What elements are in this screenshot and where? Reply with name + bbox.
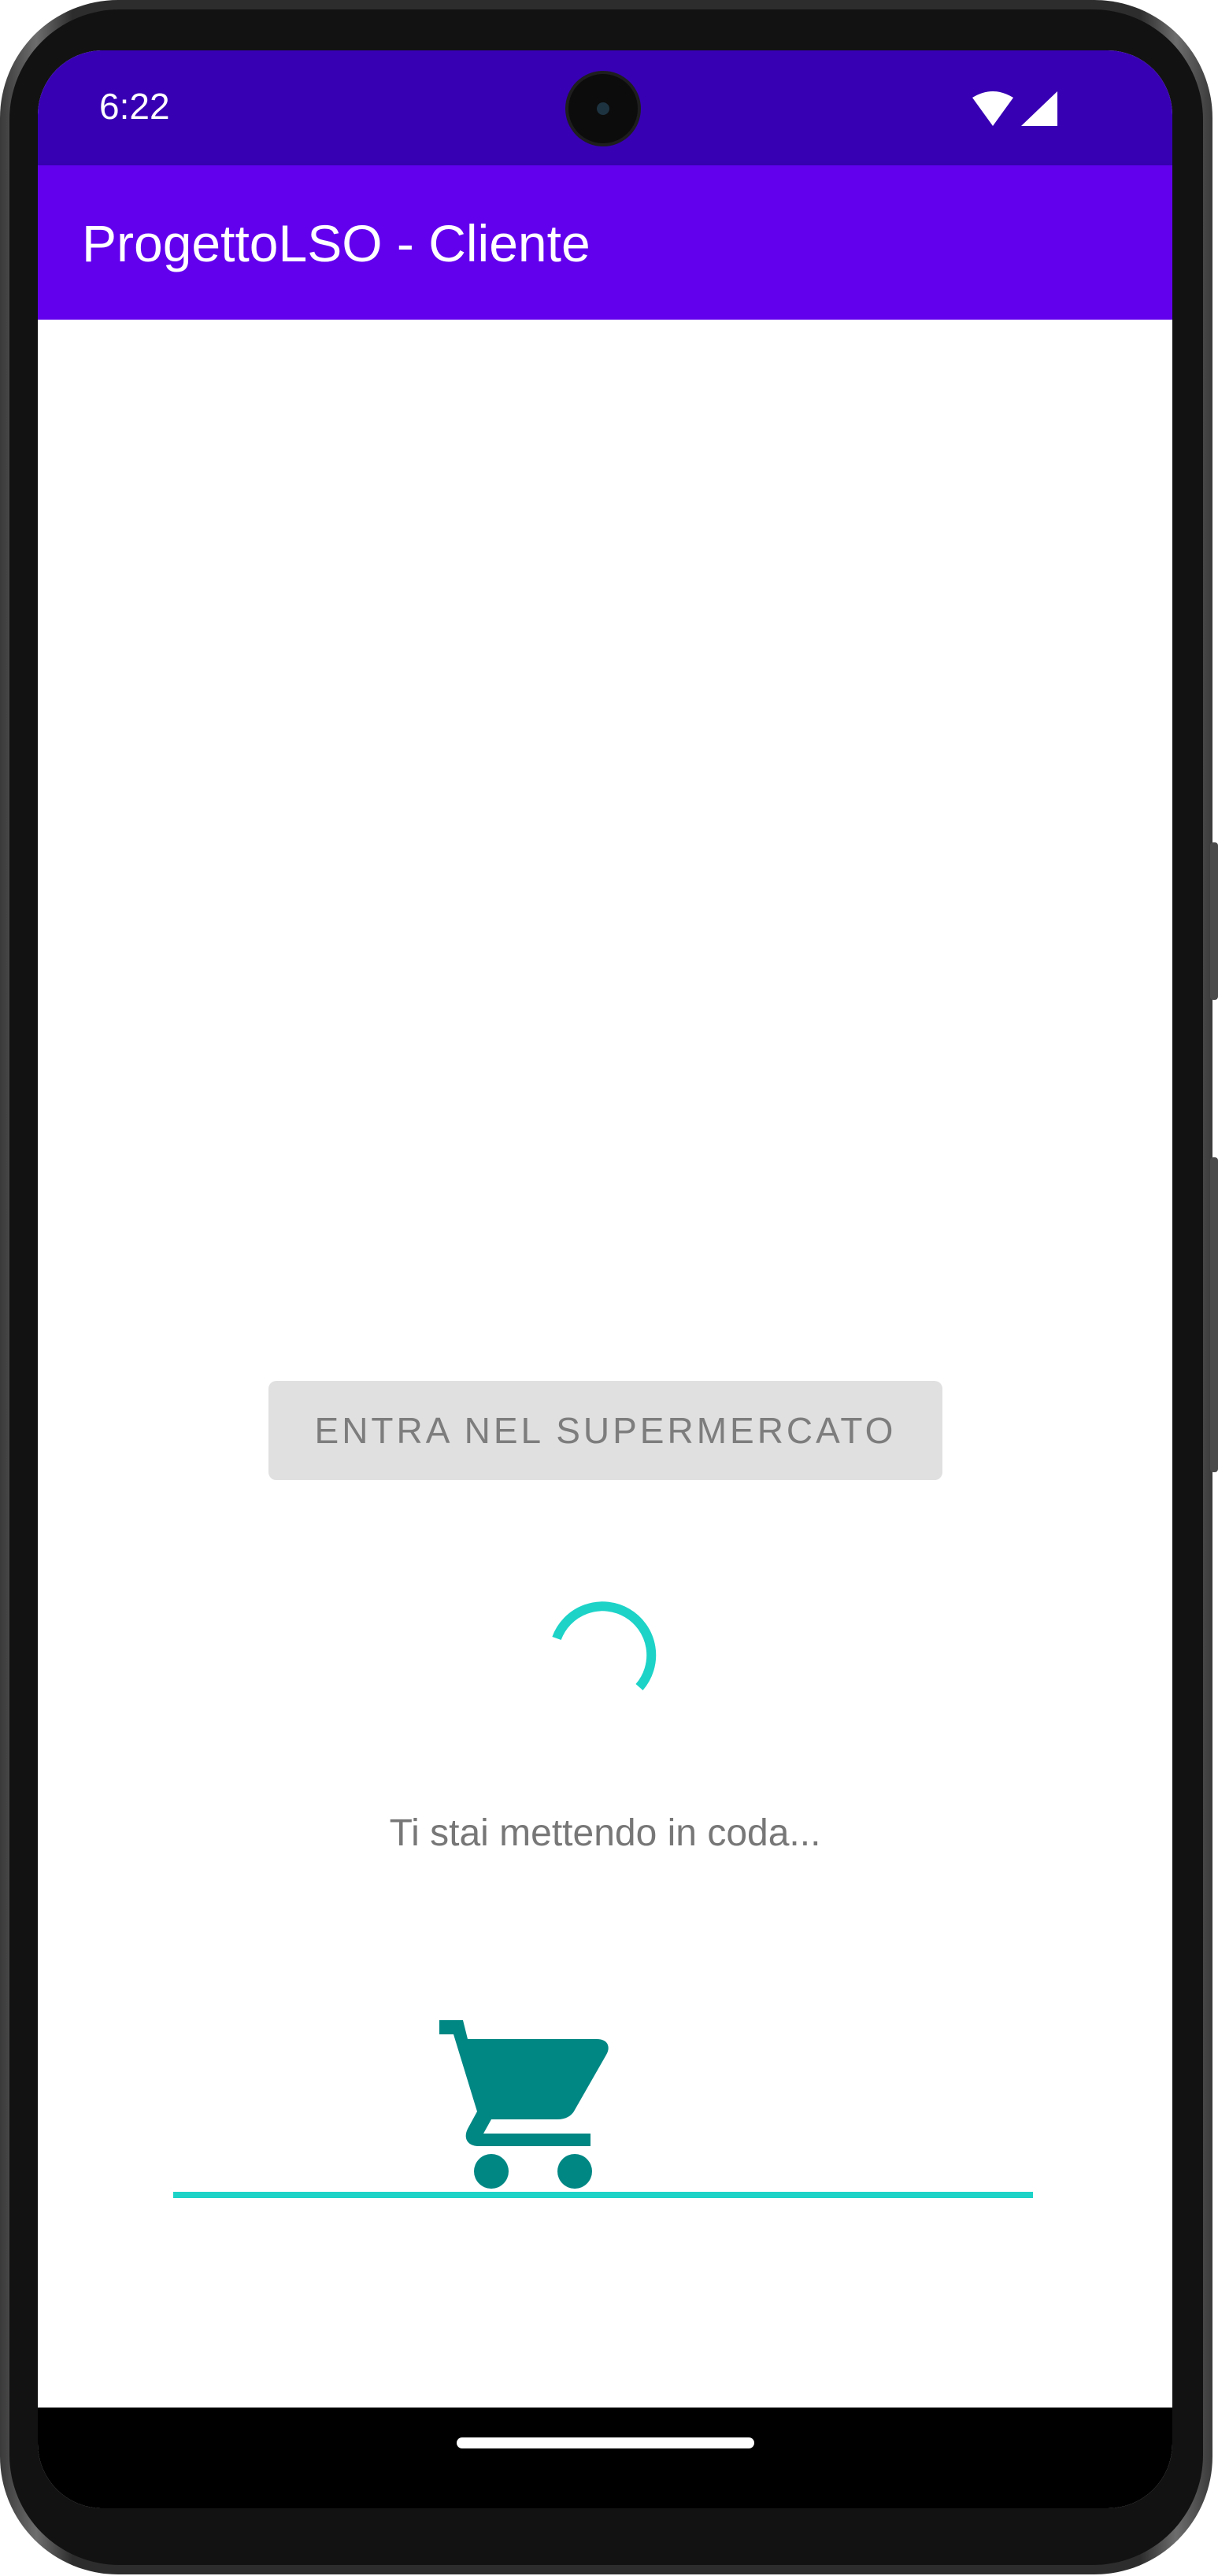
cart-wheel-right [557,2154,592,2189]
camera-lens [597,102,609,115]
main-content: ENTRA NEL SUPERMERCATO Ti stai mettendo … [38,320,1172,2408]
queue-progress-fill [173,2192,1033,2198]
power-button [1210,1157,1218,1472]
spinner-arc [552,1601,657,1690]
cart-body [439,2020,609,2146]
device-screenshot: 6:22 ProgettoLSO - Cliente ENTRA NEL SUP… [0,0,1218,2576]
shopping-cart-icon [439,2020,609,2189]
home-indicator[interactable] [457,2437,754,2448]
app-screen: 6:22 ProgettoLSO - Cliente ENTRA NEL SUP… [38,50,1172,2508]
app-title: ProgettoLSO - Cliente [82,214,590,272]
loading-spinner [552,1601,657,1690]
status-bar: 6:22 [38,50,1172,165]
queue-progress-bar [173,2192,1033,2198]
enter-supermarket-button[interactable]: ENTRA NEL SUPERMERCATO [268,1381,942,1480]
cellular-signal-icon [1021,91,1057,126]
front-camera [568,74,638,143]
cart-wheel-left [474,2154,509,2189]
status-time: 6:22 [99,86,170,127]
wifi-icon [972,91,1013,126]
navigation-bar [38,2408,1172,2508]
app-bar: ProgettoLSO - Cliente [38,165,1172,320]
status-icons [972,91,1057,126]
volume-button [1210,842,1218,1000]
queue-status-text: Ti stai mettendo in coda... [389,1812,821,1854]
